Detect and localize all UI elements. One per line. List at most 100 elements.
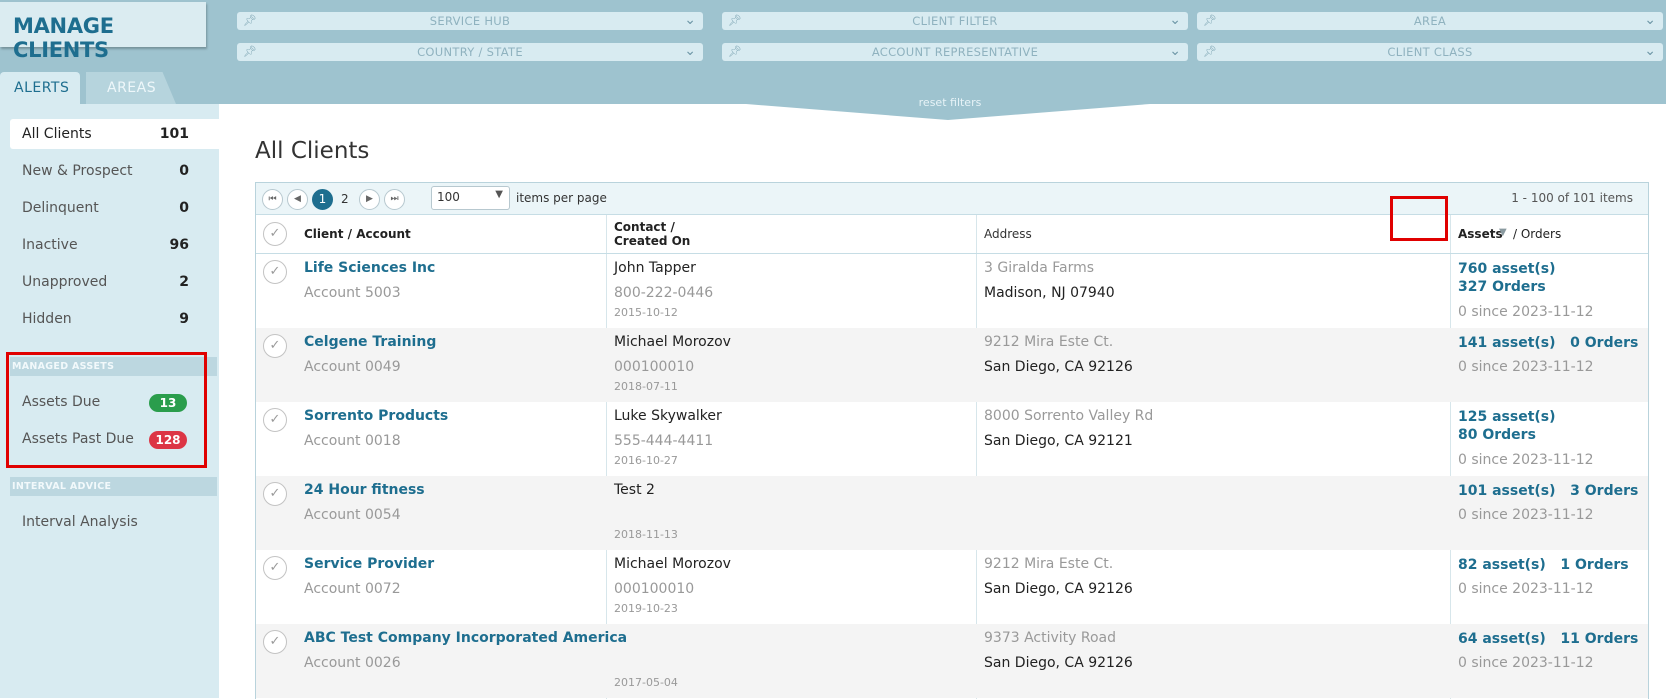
table-row[interactable]: ✓ ABC Test Company Incorporated America … [256,624,1648,698]
reset-filters-link[interactable]: reset filters [0,96,1666,109]
filter-label: CLIENT CLASS [1387,45,1473,59]
sidebar-item-assets-due[interactable]: Assets Due 13 [10,387,219,417]
sidebar-item-count: 0 [179,200,189,216]
count-badge: 13 [149,394,187,412]
tab-label: AREAS [107,80,157,96]
table-row[interactable]: ✓ 24 Hour fitness Account 0054 Test 2 20… [256,476,1648,550]
contact-name: Test 2 [614,482,655,498]
row-checkbox[interactable]: ✓ [263,482,287,506]
filter-client-filter[interactable]: 📌︎ CLIENT FILTER ⌄ [722,12,1188,30]
chevron-down-icon: ⌄ [1644,43,1656,59]
filter-client-class[interactable]: 📌︎ CLIENT CLASS ⌄ [1197,43,1663,61]
section-heading: MANAGED ASSETS [12,361,115,372]
table-row[interactable]: ✓ Sorrento Products Account 0018 Luke Sk… [256,402,1648,476]
client-name-link[interactable]: Sorrento Products [304,408,448,424]
filter-service-hub[interactable]: 📌︎ SERVICE HUB ⌄ [237,12,703,30]
sidebar-item-label: Hidden [22,311,72,327]
prev-page-icon[interactable]: ◀ [287,189,308,210]
column-header-created-on[interactable]: Created On [614,234,690,248]
created-date: 2018-07-11 [614,380,678,393]
column-divider [606,215,607,253]
account-number: Account 0018 [304,433,401,449]
assets-orders-link[interactable]: 760 asset(s) 327 Orders [1458,260,1588,296]
sidebar-item-count: 0 [179,163,189,179]
contact-phone: 000100010 [614,581,695,597]
clients-grid: ⏮ ◀ 1 2 ▶ ⏭ 100 ▼ items per page 1 - 100… [255,182,1649,699]
row-checkbox[interactable]: ✓ [263,556,287,580]
contact-phone: 000100010 [614,359,695,375]
sidebar-item-count: 2 [179,274,189,290]
section-interval-advice: INTERVAL ADVICE [10,477,217,496]
chevron-down-icon: ⌄ [1169,43,1181,59]
contact-name: Michael Morozov [614,556,731,572]
filter-label: AREA [1413,14,1447,28]
contact-name: John Tapper [614,260,696,276]
filter-country-state[interactable]: 📌︎ COUNTRY / STATE ⌄ [237,43,703,61]
tab-label: ALERTS [14,80,70,96]
address-line2: San Diego, CA 92121 [984,433,1133,449]
account-number: Account 5003 [304,285,401,301]
address-line2: San Diego, CA 92126 [984,581,1133,597]
assets-since: 0 since 2023-11-12 [1458,359,1594,375]
column-divider [976,215,977,253]
table-row[interactable]: ✓ Celgene Training Account 0049 Michael … [256,328,1648,402]
last-page-icon[interactable]: ⏭ [384,189,405,210]
section-managed-assets: MANAGED ASSETS [10,357,217,376]
sidebar-item-label: New & Prospect [22,163,133,179]
client-name-link[interactable]: Celgene Training [304,334,436,350]
client-name-link[interactable]: Life Sciences Inc [304,260,435,276]
sidebar-item-label: All Clients [22,126,92,142]
next-page-icon[interactable]: ▶ [359,189,380,210]
contact-phone: 800-222-0446 [614,285,714,301]
select-all-checkbox[interactable]: ✓ [263,222,287,246]
page-button-current[interactable]: 1 [312,189,333,210]
sidebar-item-hidden[interactable]: Hidden 9 [10,304,219,334]
address-line1: 8000 Sorrento Valley Rd [984,408,1154,424]
sidebar-item-inactive[interactable]: Inactive 96 [10,230,219,260]
sidebar-item-interval-analysis[interactable]: Interval Analysis [10,507,219,537]
sidebar-item-assets-past-due[interactable]: Assets Past Due 128 [10,424,219,454]
sidebar-item-new-prospect[interactable]: New & Prospect 0 [10,156,219,186]
page-button[interactable]: 2 [341,192,349,206]
assets-since: 0 since 2023-11-12 [1458,507,1594,523]
page-heading: MANAGE CLIENTS [13,14,114,62]
sidebar-item-count: 9 [179,311,189,327]
assets-since: 0 since 2023-11-12 [1458,655,1594,671]
grid-header: ✓ Client / Account Contact / Created On … [256,215,1648,254]
row-checkbox[interactable]: ✓ [263,630,287,654]
contact-name: Luke Skywalker [614,408,722,424]
app-title-box: MANAGE CLIENTS [0,2,206,62]
row-checkbox[interactable]: ✓ [263,334,287,358]
assets-orders-link[interactable]: 101 asset(s) 3 Orders [1458,482,1638,500]
sidebar-item-all-clients[interactable]: All Clients 101 [10,119,219,149]
table-row[interactable]: ✓ Life Sciences Inc Account 5003 John Ta… [256,254,1648,328]
filter-label: ACCOUNT REPRESENTATIVE [871,45,1039,59]
sidebar-item-unapproved[interactable]: Unapproved 2 [10,267,219,297]
address-line2: Madison, NJ 07940 [984,285,1115,301]
account-number: Account 0054 [304,507,401,523]
filter-area[interactable]: 📌︎ AREA ⌄ [1197,12,1663,30]
client-name-link[interactable]: ABC Test Company Incorporated America [304,630,627,646]
assets-orders-link[interactable]: 125 asset(s) 80 Orders [1458,408,1568,444]
sidebar-item-delinquent[interactable]: Delinquent 0 [10,193,219,223]
dropdown-arrow-icon: ▼ [495,189,503,200]
assets-orders-link[interactable]: 64 asset(s) 11 Orders [1458,630,1638,648]
first-page-icon[interactable]: ⏮ [262,189,283,210]
section-heading: INTERVAL ADVICE [12,481,112,492]
account-number: Account 0049 [304,359,401,375]
sidebar: All Clients 101 New & Prospect 0 Delinqu… [0,104,219,698]
column-header-contact[interactable]: Contact / [614,220,675,234]
sidebar-item-label: Interval Analysis [22,514,138,530]
sidebar-item-label: Assets Past Due [22,431,134,447]
row-checkbox[interactable]: ✓ [263,408,287,432]
client-name-link[interactable]: 24 Hour fitness [304,482,425,498]
row-checkbox[interactable]: ✓ [263,260,287,284]
assets-orders-link[interactable]: 82 asset(s) 1 Orders [1458,556,1629,574]
table-row[interactable]: ✓ Service Provider Account 0072 Michael … [256,550,1648,624]
client-name-link[interactable]: Service Provider [304,556,434,572]
per-page-select[interactable]: 100 ▼ [431,186,510,210]
assets-orders-link[interactable]: 141 asset(s) 0 Orders [1458,334,1638,352]
sidebar-item-label: Inactive [22,237,78,253]
filter-account-representative[interactable]: 📌︎ ACCOUNT REPRESENTATIVE ⌄ [722,43,1188,61]
created-date: 2018-11-13 [614,528,678,541]
